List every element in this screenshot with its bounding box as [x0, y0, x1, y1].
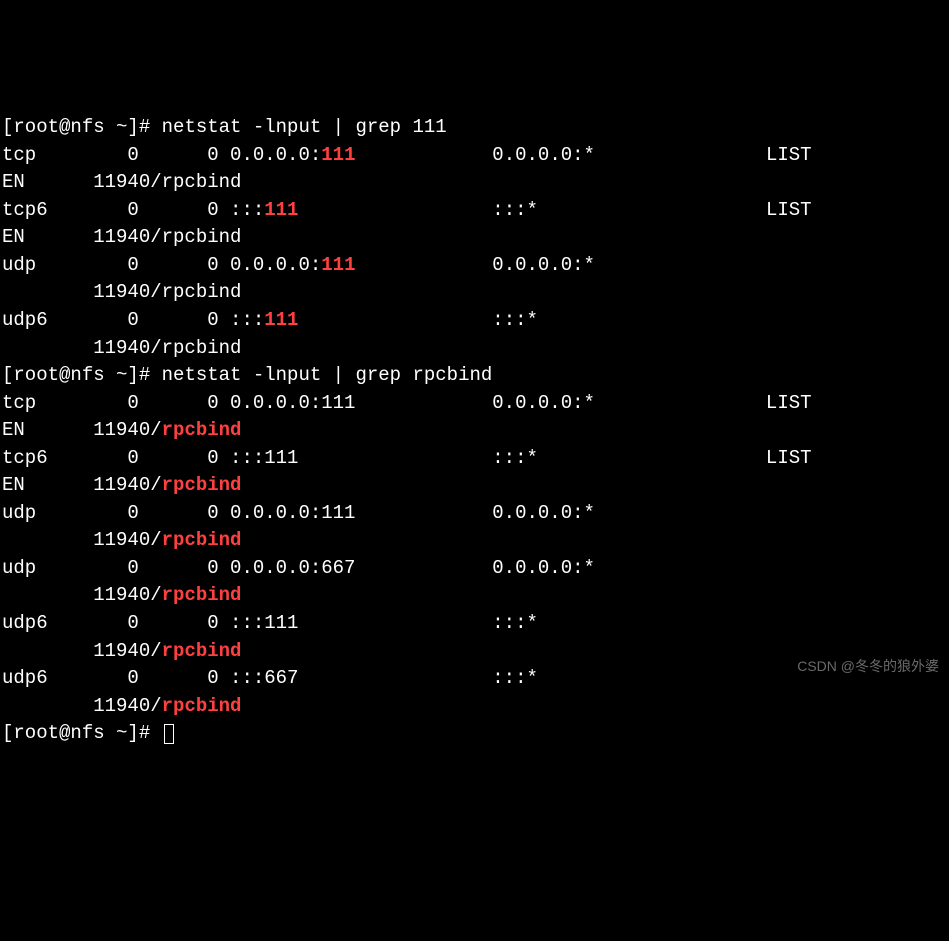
command-text: netstat -lnput | grep rpcbind	[162, 364, 493, 386]
terminal-output: [root@nfs ~]# netstat -lnput | grep 111 …	[2, 114, 947, 748]
watermark: CSDN @冬冬的狼外婆	[797, 656, 939, 676]
command-text: netstat -lnput | grep 111	[162, 116, 447, 138]
cursor[interactable]	[164, 724, 174, 744]
output-block-1: tcp 0 0 0.0.0.0:111 0.0.0.0:* LIST EN 11…	[2, 142, 947, 362]
shell-prompt: [root@nfs ~]#	[2, 364, 162, 386]
shell-prompt: [root@nfs ~]#	[2, 116, 162, 138]
shell-prompt[interactable]: [root@nfs ~]#	[2, 722, 162, 744]
